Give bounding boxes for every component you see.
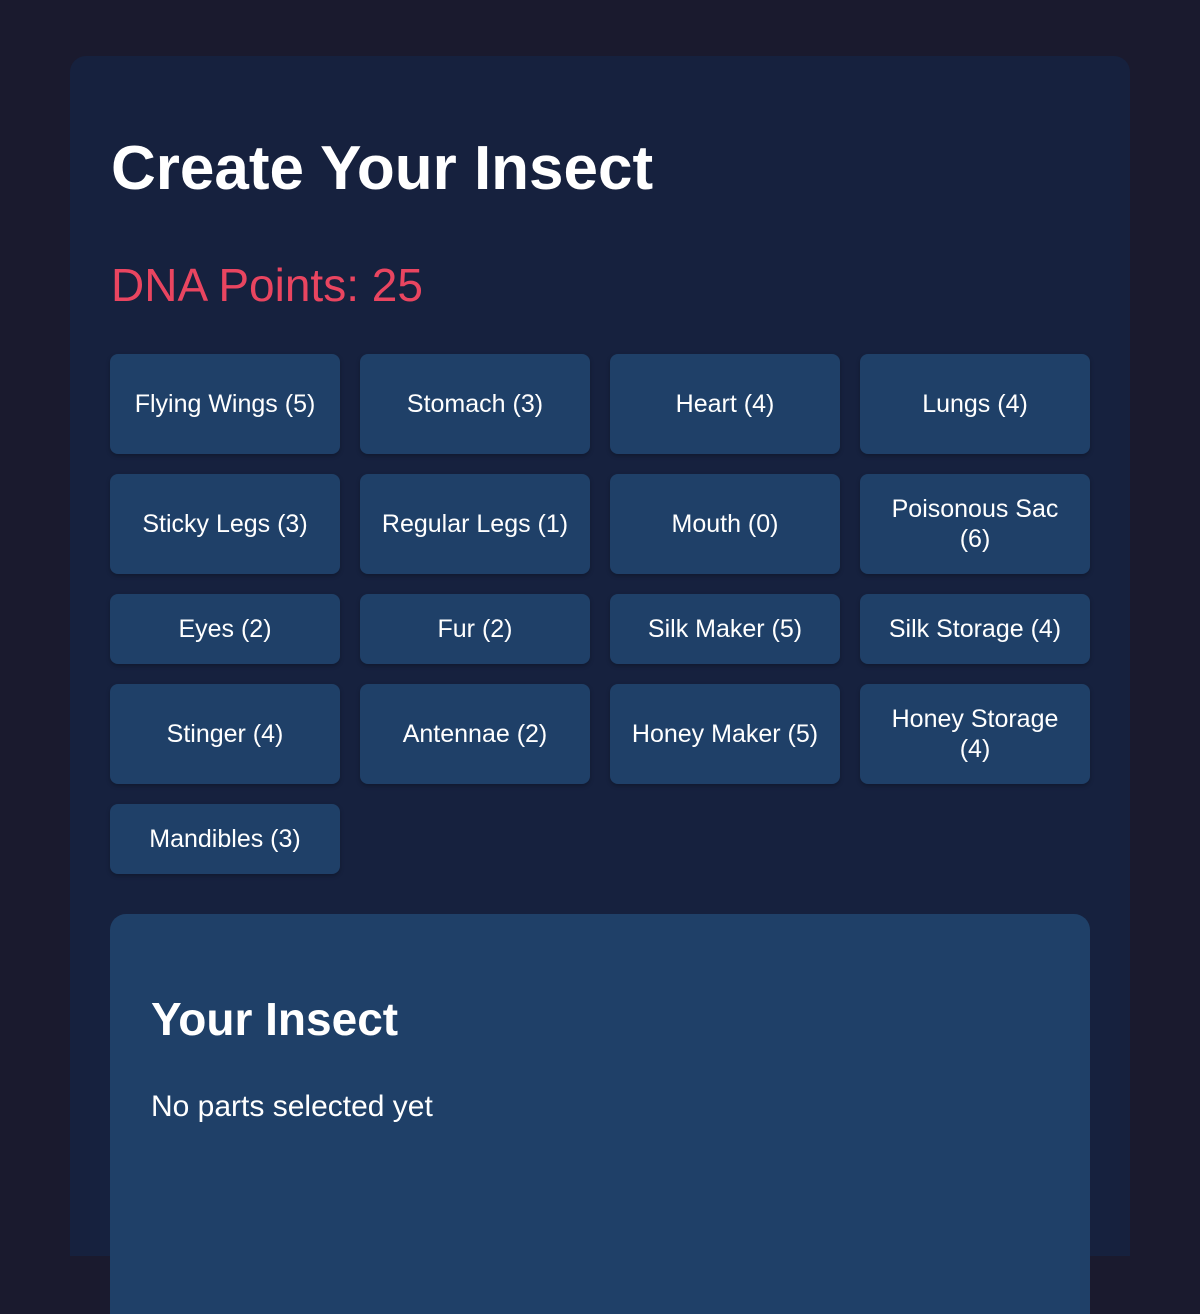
part-button-fur[interactable]: Fur (2): [360, 594, 590, 664]
part-button-heart[interactable]: Heart (4): [610, 354, 840, 454]
part-button-flying-wings[interactable]: Flying Wings (5): [110, 354, 340, 454]
part-button-honey-maker[interactable]: Honey Maker (5): [610, 684, 840, 784]
part-button-eyes[interactable]: Eyes (2): [110, 594, 340, 664]
part-button-honey-storage[interactable]: Honey Storage (4): [860, 684, 1090, 784]
part-button-stomach[interactable]: Stomach (3): [360, 354, 590, 454]
insect-creator-panel: Create Your Insect DNA Points: 25 Flying…: [70, 56, 1130, 1314]
part-button-silk-maker[interactable]: Silk Maker (5): [610, 594, 840, 664]
part-button-mouth[interactable]: Mouth (0): [610, 474, 840, 574]
parts-grid: Flying Wings (5) Stomach (3) Heart (4) L…: [110, 354, 1090, 874]
your-insect-panel: Your Insect No parts selected yet: [110, 914, 1090, 1314]
part-button-lungs[interactable]: Lungs (4): [860, 354, 1090, 454]
dna-points-display: DNA Points: 25: [111, 259, 423, 311]
part-button-regular-legs[interactable]: Regular Legs (1): [360, 474, 590, 574]
your-insect-title: Your Insect: [151, 993, 399, 1045]
empty-parts-message: No parts selected yet: [151, 1090, 433, 1123]
part-button-poisonous-sac[interactable]: Poisonous Sac (6): [860, 474, 1090, 574]
part-button-sticky-legs[interactable]: Sticky Legs (3): [110, 474, 340, 574]
part-button-mandibles[interactable]: Mandibles (3): [110, 804, 340, 874]
page-title: Create Your Insect: [111, 134, 654, 203]
part-button-silk-storage[interactable]: Silk Storage (4): [860, 594, 1090, 664]
part-button-antennae[interactable]: Antennae (2): [360, 684, 590, 784]
part-button-stinger[interactable]: Stinger (4): [110, 684, 340, 784]
